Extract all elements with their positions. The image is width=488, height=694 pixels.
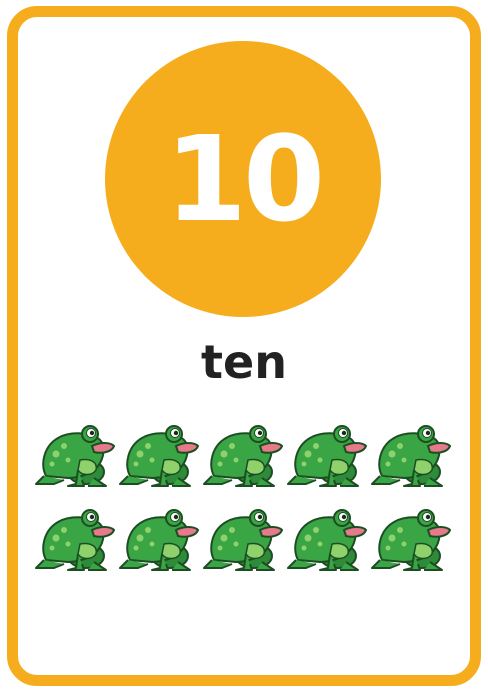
frog-icon: [202, 420, 286, 490]
number-numeral: 10: [164, 110, 325, 248]
frog-counter-grid: [34, 420, 454, 580]
frog-icon: [286, 504, 370, 574]
frog-icon: [202, 504, 286, 574]
number-word: ten: [201, 335, 287, 389]
frog-icon: [34, 420, 118, 490]
number-circle: 10: [105, 41, 381, 317]
frog-icon: [118, 504, 202, 574]
frog-icon: [118, 420, 202, 490]
frog-icon: [286, 420, 370, 490]
frog-icon: [370, 504, 454, 574]
frog-icon: [34, 504, 118, 574]
frog-icon: [370, 420, 454, 490]
